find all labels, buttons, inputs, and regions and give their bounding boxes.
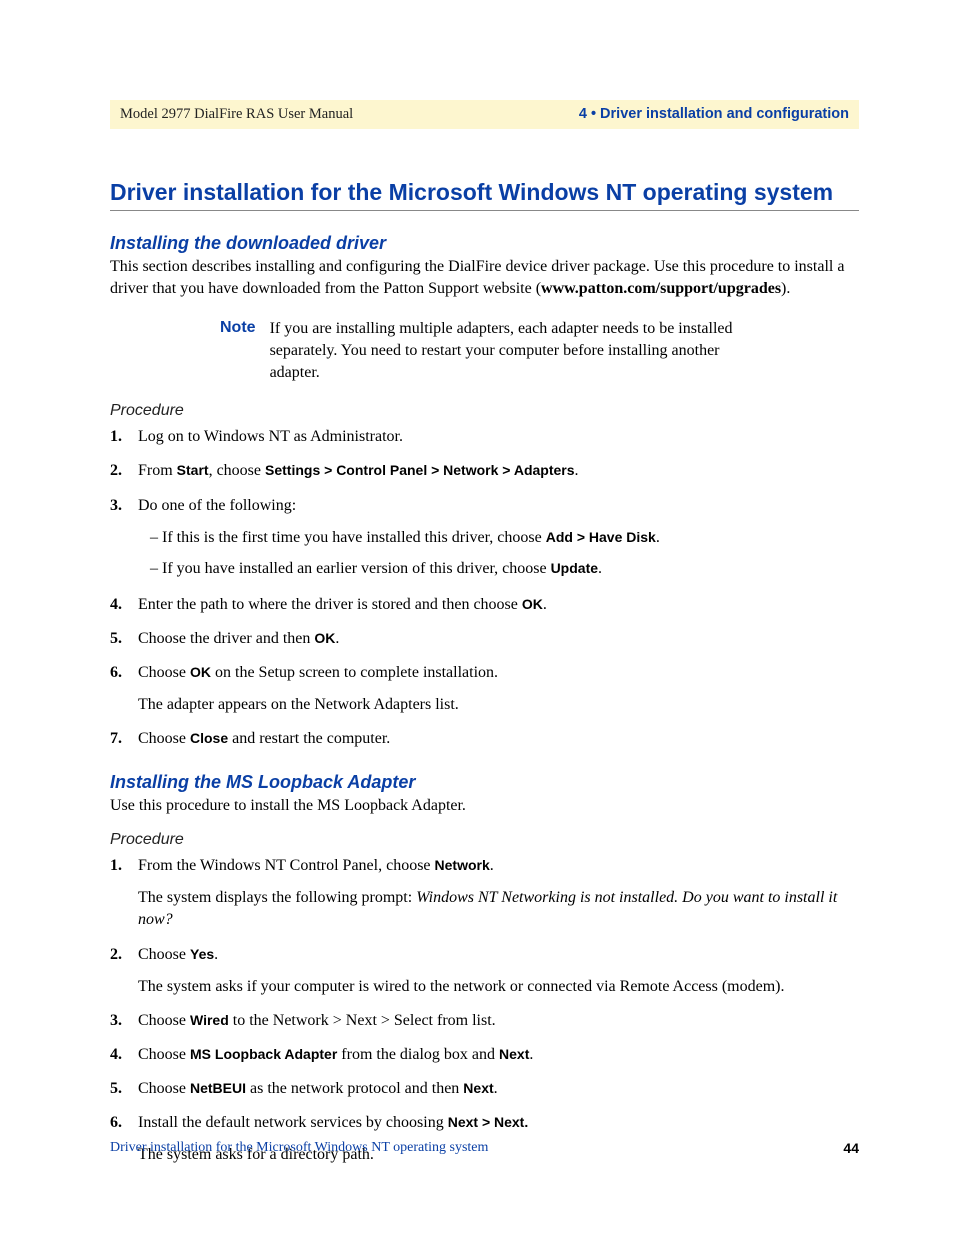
p2s6a: Install the default network services by …	[138, 1114, 448, 1131]
step-3-sub2: – If you have installed an earlier versi…	[150, 556, 859, 582]
note-text: If you are installing multiple adapters,…	[270, 318, 750, 384]
p2s4c: from the dialog box and	[337, 1046, 499, 1063]
s5b: OK	[314, 630, 335, 646]
p2-step-2: Choose Yes. The system asks if your comp…	[110, 944, 859, 998]
p2-step-3: Choose Wired to the Network > Next > Sel…	[110, 1010, 859, 1032]
page-number: 44	[843, 1140, 859, 1156]
p2s6b: Next > Next.	[448, 1114, 529, 1130]
s4a: Enter the path to where the driver is st…	[138, 596, 522, 613]
p2s1b: Network	[435, 857, 490, 873]
p2s3b: Wired	[190, 1012, 229, 1028]
page-header: Model 2977 DialFire RAS User Manual 4 • …	[110, 100, 859, 129]
intro-paragraph: This section describes installing and co…	[110, 256, 859, 300]
p2s2-follow: The system asks if your computer is wire…	[138, 976, 859, 998]
step-1: Log on to Windows NT as Administrator.	[110, 426, 859, 448]
s3s1c: .	[656, 529, 660, 546]
step-2-b2: Settings > Control Panel > Network > Ada…	[265, 462, 575, 478]
p2s1c: .	[490, 857, 494, 874]
p2s1-follow: The system displays the following prompt…	[138, 887, 859, 931]
step-2-d: .	[575, 462, 579, 479]
step-1-text: Log on to Windows NT as Administrator.	[138, 428, 403, 445]
p2-step-6: Install the default network services by …	[110, 1112, 859, 1166]
step-3-sub1: – If this is the first time you have ins…	[150, 525, 859, 551]
s3s1b: Add > Have Disk	[546, 529, 656, 545]
intro-url: www.patton.com/support/upgrades	[541, 280, 781, 297]
s6c: on the Setup screen to complete installa…	[211, 664, 498, 681]
p2s5e: .	[494, 1080, 498, 1097]
s3s1a: – If this is the first time you have ins…	[150, 529, 546, 546]
p2-step-5: Choose NetBEUI as the network protocol a…	[110, 1078, 859, 1100]
header-right: 4 • Driver installation and configuratio…	[579, 106, 849, 122]
step-2-c: , choose	[209, 462, 265, 479]
s6-follow: The adapter appears on the Network Adapt…	[138, 694, 859, 716]
s6a: Choose	[138, 664, 190, 681]
s7b: Close	[190, 730, 228, 746]
p2-step-1: From the Windows NT Control Panel, choos…	[110, 855, 859, 931]
s5a: Choose the driver and then	[138, 630, 314, 647]
procedure-steps-1: Log on to Windows NT as Administrator. F…	[110, 426, 859, 750]
document-page: Model 2977 DialFire RAS User Manual 4 • …	[0, 0, 954, 1238]
s3s2a: – If you have installed an earlier versi…	[150, 560, 551, 577]
p2s4b: MS Loopback Adapter	[190, 1046, 337, 1062]
p2-step-4: Choose MS Loopback Adapter from the dial…	[110, 1044, 859, 1066]
step-7: Choose Close and restart the computer.	[110, 728, 859, 750]
p2s1fa: The system displays the following prompt…	[138, 889, 416, 906]
s7a: Choose	[138, 730, 190, 747]
step-3: Do one of the following: – If this is th…	[110, 495, 859, 582]
p2s5c: as the network protocol and then	[246, 1080, 463, 1097]
header-left: Model 2977 DialFire RAS User Manual	[120, 106, 353, 123]
p2s5d: Next	[463, 1080, 493, 1096]
p2s2a: Choose	[138, 946, 190, 963]
s6b: OK	[190, 664, 211, 680]
intro-text-b: ).	[781, 280, 790, 297]
footer-title: Driver installation for the Microsoft Wi…	[110, 1140, 488, 1156]
note-label: Note	[220, 318, 256, 384]
step-2-a: From	[138, 462, 177, 479]
p2s2c: .	[214, 946, 218, 963]
page-footer: Driver installation for the Microsoft Wi…	[110, 1140, 859, 1156]
s4c: .	[543, 596, 547, 613]
page-title: Driver installation for the Microsoft Wi…	[110, 179, 859, 211]
p2s5a: Choose	[138, 1080, 190, 1097]
s4b: OK	[522, 596, 543, 612]
procedure-steps-2: From the Windows NT Control Panel, choos…	[110, 855, 859, 1166]
step-4: Enter the path to where the driver is st…	[110, 594, 859, 616]
procedure-heading-1: Procedure	[110, 402, 859, 420]
p2s1a: From the Windows NT Control Panel, choos…	[138, 857, 435, 874]
p2s5b: NetBEUI	[190, 1080, 246, 1096]
section-heading-install-driver: Installing the downloaded driver	[110, 233, 859, 254]
s3s2b: Update	[551, 560, 598, 576]
p2s3a: Choose	[138, 1012, 190, 1029]
s5c: .	[335, 630, 339, 647]
step-3-sub: – If this is the first time you have ins…	[150, 525, 859, 582]
step-3-text: Do one of the following:	[138, 497, 296, 514]
section2-intro: Use this procedure to install the MS Loo…	[110, 795, 859, 817]
step-2: From Start, choose Settings > Control Pa…	[110, 460, 859, 482]
p2s4d: Next	[499, 1046, 529, 1062]
p2s4a: Choose	[138, 1046, 190, 1063]
p2s4e: .	[529, 1046, 533, 1063]
note-block: Note If you are installing multiple adap…	[220, 318, 859, 384]
s7c: and restart the computer.	[228, 730, 390, 747]
s3s2c: .	[598, 560, 602, 577]
step-6: Choose OK on the Setup screen to complet…	[110, 662, 859, 716]
p2s2b: Yes	[190, 946, 214, 962]
procedure-heading-2: Procedure	[110, 831, 859, 849]
section-heading-loopback: Installing the MS Loopback Adapter	[110, 772, 859, 793]
step-2-b1: Start	[177, 462, 209, 478]
step-5: Choose the driver and then OK.	[110, 628, 859, 650]
p2s3c: to the Network > Next > Select from list…	[229, 1012, 496, 1029]
